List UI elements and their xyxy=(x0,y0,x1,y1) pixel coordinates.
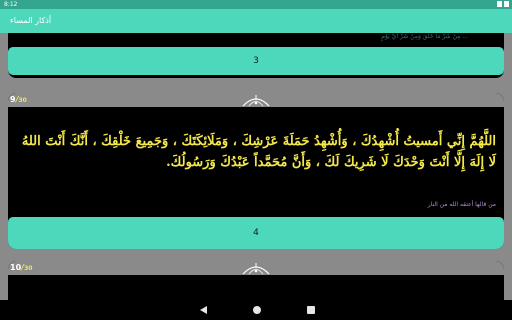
home-icon[interactable] xyxy=(253,306,261,314)
dhikr-text: اللَّهُمَّ إِنِّي أَمسيتُ أُشْهِدُكَ ، و… xyxy=(21,134,496,170)
card-header: 10/30 xyxy=(8,261,504,275)
dhikr-number: 10 xyxy=(10,263,22,272)
wifi-icon xyxy=(497,1,502,7)
ornament-icon xyxy=(242,95,270,107)
app-bar: أذكار المساء xyxy=(0,9,512,33)
app-title: أذكار المساء xyxy=(10,16,52,25)
status-bar: 8:12 xyxy=(0,0,512,9)
repeat-count-button[interactable]: 4 xyxy=(8,217,504,249)
navigation-bar xyxy=(0,300,512,320)
ornament-icon xyxy=(242,263,270,275)
dhikr-total: 30 xyxy=(24,265,33,272)
dhikr-total: 30 xyxy=(18,97,27,104)
dhikr-card: 9/30 اللَّهُمَّ إِنِّي أَمسيتُ أُشْهِدُك… xyxy=(8,93,504,249)
status-time: 8:12 xyxy=(4,1,18,8)
card-header: 9/30 xyxy=(8,93,504,107)
dhikr-index: 10/30 xyxy=(10,263,33,272)
repeat-count-button[interactable]: 3 xyxy=(8,47,504,75)
dhikr-text-partial: ... مِنْ شَرِّ مَا خَلَقَ وَمِنْ شَرِّ أ… xyxy=(381,33,468,40)
back-icon[interactable] xyxy=(200,306,207,314)
dhikr-index: 9/30 xyxy=(10,95,27,104)
dhikr-card: ... مِنْ شَرِّ مَا خَلَقَ وَمِنْ شَرِّ أ… xyxy=(8,33,504,78)
reward-text: من قالها أعتقه الله من النار xyxy=(427,201,496,208)
battery-icon xyxy=(504,1,509,7)
status-icons xyxy=(497,1,509,7)
recents-icon[interactable] xyxy=(307,306,315,314)
